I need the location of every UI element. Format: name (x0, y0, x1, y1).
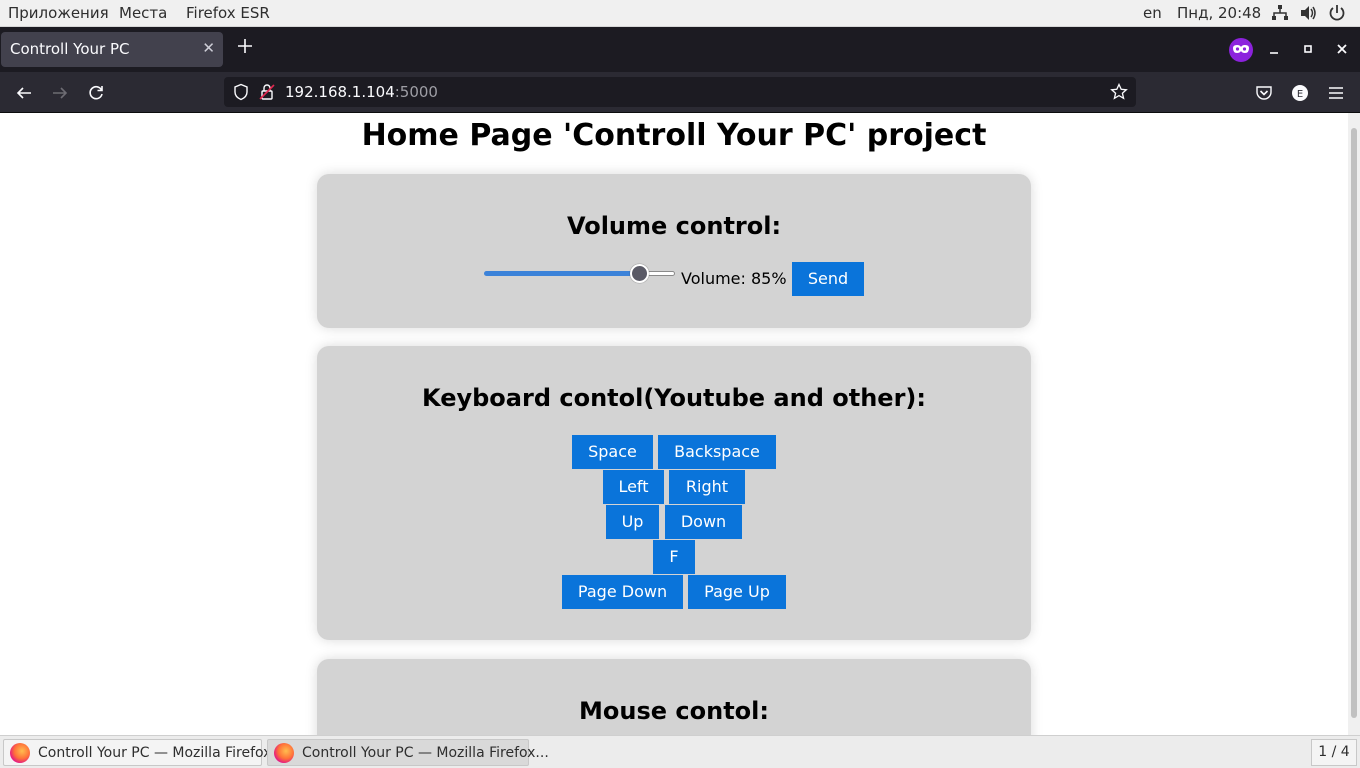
system-top-bar: Приложения Места Firefox ESR en Пнд, 20:… (0, 0, 1360, 27)
forward-icon[interactable] (51, 84, 69, 102)
taskbar-window-label: Controll Your PC — Mozilla Firefox (38, 745, 272, 761)
back-icon[interactable] (15, 84, 33, 102)
window-list-taskbar: Controll Your PC — Mozilla Firefox Contr… (0, 735, 1360, 768)
space-key-button[interactable]: Space (572, 435, 653, 469)
page-up-key-button[interactable]: Page Up (688, 575, 786, 609)
address-bar[interactable]: 192.168.1.104:5000 (224, 77, 1136, 107)
left-key-button[interactable]: Left (603, 470, 664, 504)
taskbar-window-2[interactable]: Controll Your PC — Mozilla Firefox... (267, 739, 549, 766)
new-tab-icon[interactable] (236, 37, 254, 55)
mouse-heading: Mouse contol: (579, 697, 769, 725)
taskbar-window-1[interactable]: Controll Your PC — Mozilla Firefox (3, 739, 271, 766)
clock[interactable]: Пнд, 20:48 (1177, 4, 1261, 22)
tab-title: Controll Your PC (10, 40, 130, 58)
keyboard-control-card: Keyboard contol(Youtube and other): Spac… (317, 346, 1031, 640)
svg-text:E: E (1297, 89, 1303, 100)
power-icon[interactable] (1328, 4, 1346, 22)
mouse-control-card: Mouse contol: (317, 659, 1031, 735)
volume-slider-thumb[interactable] (630, 264, 649, 283)
url-text: 192.168.1.104:5000 (285, 83, 438, 101)
places-menu[interactable]: Места (119, 4, 167, 22)
private-browsing-icon (1229, 38, 1253, 62)
right-key-button[interactable]: Right (669, 470, 745, 504)
send-volume-button[interactable]: Send (792, 262, 864, 296)
browser-tab[interactable]: Controll Your PC ✕ (1, 32, 223, 67)
keyboard-heading: Keyboard contol(Youtube and other): (422, 384, 926, 412)
firefox-icon (274, 743, 294, 763)
volume-icon[interactable] (1299, 4, 1317, 22)
firefox-icon (10, 743, 30, 763)
volume-slider-fill (484, 271, 640, 276)
tab-strip: Controll Your PC ✕ (0, 27, 1360, 72)
page-title: Home Page 'Controll Your PC' project (361, 118, 987, 153)
down-key-button[interactable]: Down (665, 505, 742, 539)
f-key-button[interactable]: F (653, 540, 695, 574)
url-host: 192.168.1.104 (285, 83, 395, 101)
pocket-icon[interactable] (1255, 84, 1273, 102)
insecure-lock-icon[interactable] (258, 83, 276, 101)
taskbar-window-label: Controll Your PC — Mozilla Firefox... (302, 745, 549, 761)
close-window-icon[interactable] (1334, 41, 1350, 57)
volume-control-card: Volume control: Volume: 85% Send (317, 174, 1031, 328)
bookmark-star-icon[interactable] (1110, 83, 1128, 101)
reload-icon[interactable] (87, 84, 105, 102)
workspace-indicator[interactable]: 1 / 4 (1311, 739, 1357, 766)
account-avatar-icon[interactable]: E (1291, 84, 1309, 102)
backspace-key-button[interactable]: Backspace (658, 435, 776, 469)
network-icon[interactable] (1271, 4, 1289, 22)
minimize-icon[interactable] (1266, 41, 1282, 57)
page-down-key-button[interactable]: Page Down (562, 575, 683, 609)
page-viewport: Home Page 'Controll Your PC' project Vol… (0, 113, 1348, 735)
menu-hamburger-icon[interactable] (1327, 84, 1345, 102)
page-scrollbar[interactable] (1348, 113, 1360, 735)
keyboard-layout-indicator[interactable]: en (1143, 4, 1162, 22)
tracking-protection-shield-icon[interactable] (232, 83, 250, 101)
volume-value-label: Volume: 85% (681, 269, 787, 288)
active-app-menu[interactable]: Firefox ESR (186, 4, 270, 22)
applications-menu[interactable]: Приложения (8, 4, 109, 22)
maximize-icon[interactable] (1300, 41, 1316, 57)
scrollbar-thumb[interactable] (1351, 128, 1357, 718)
navigation-bar: 192.168.1.104:5000 E (0, 72, 1360, 113)
up-key-button[interactable]: Up (606, 505, 659, 539)
volume-heading: Volume control: (566, 212, 782, 240)
url-port: :5000 (394, 83, 438, 101)
close-tab-icon[interactable]: ✕ (202, 39, 215, 57)
